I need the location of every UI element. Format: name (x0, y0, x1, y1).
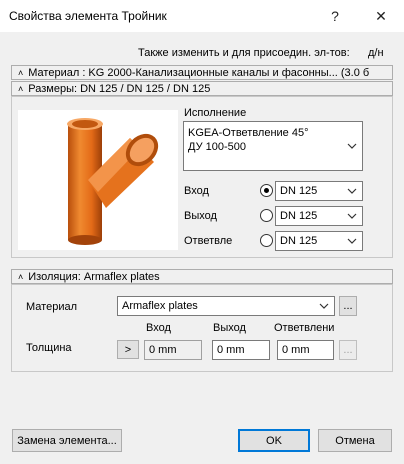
sizes-group-header[interactable]: ˄ Размеры: DN 125 / DN 125 / DN 125 (11, 81, 393, 96)
inlet-thickness-input[interactable]: 0 mm (144, 340, 202, 360)
apply-thickness-button[interactable]: > (117, 340, 139, 359)
outlet-label: Выход (184, 210, 217, 222)
thickness-browse-button[interactable]: ... (339, 340, 357, 360)
help-button[interactable]: ? (320, 4, 350, 28)
cancel-button[interactable]: Отмена (318, 429, 392, 452)
branch-size-dropdown[interactable]: DN 125 (275, 231, 363, 251)
also-change-label: Также изменить и для присоедин. эл-тов: (138, 47, 350, 59)
fitting-preview (18, 110, 178, 250)
variant-label: Исполнение (184, 107, 247, 119)
collapse-indicator-icon: ˄ (18, 271, 24, 282)
collapse-indicator-icon: ˄ (18, 67, 24, 78)
insulation-material-label: Материал (26, 301, 77, 313)
col-branch-label: Ответвлени (274, 322, 335, 334)
branch-radio[interactable] (260, 234, 273, 247)
branch-thickness-value: 0 mm (282, 344, 310, 356)
col-outlet-label: Выход (213, 322, 246, 334)
thickness-label: Толщина (26, 342, 72, 354)
variant-dropdown[interactable]: KGEA-Ответвление 45° ДУ 100-500 (183, 121, 363, 171)
variant-value-line2: ДУ 100-500 (188, 141, 246, 153)
outlet-radio[interactable] (260, 209, 273, 222)
chevron-down-icon (347, 238, 357, 244)
outlet-size-value: DN 125 (280, 210, 318, 222)
insulation-header-text: Изоляция: Armaflex plates (28, 270, 160, 283)
insulation-material-value: Armaflex plates (122, 300, 198, 312)
material-group-header[interactable]: ˄ Материал : KG 2000-Канализационные кан… (11, 65, 393, 80)
material-header-text: Материал : KG 2000-Канализационные канал… (28, 66, 370, 79)
chevron-down-icon (347, 213, 357, 219)
insulation-browse-button[interactable]: ... (339, 296, 357, 316)
collapse-indicator-icon: ˄ (18, 83, 24, 94)
variant-value-line1: KGEA-Ответвление 45° (188, 127, 309, 139)
inlet-size-dropdown[interactable]: DN 125 (275, 181, 363, 201)
also-change-flag-label: д/н (368, 47, 384, 59)
title-bar: Свойства элемента Тройник ? ✕ (0, 0, 404, 32)
window-title: Свойства элемента Тройник (9, 9, 167, 23)
branch-label: Ответвле (184, 235, 233, 247)
ok-button[interactable]: OK (238, 429, 310, 452)
close-button[interactable]: ✕ (366, 4, 396, 28)
chevron-down-icon (319, 303, 329, 309)
inlet-label: Вход (184, 185, 209, 197)
chevron-down-icon (347, 143, 357, 149)
chevron-down-icon (347, 188, 357, 194)
tee-fitting-icon (67, 118, 159, 245)
inlet-thickness-value: 0 mm (149, 344, 177, 356)
sizes-header-text: Размеры: DN 125 / DN 125 / DN 125 (28, 82, 211, 95)
outlet-size-dropdown[interactable]: DN 125 (275, 206, 363, 226)
inlet-size-value: DN 125 (280, 185, 318, 197)
inlet-radio[interactable] (260, 184, 273, 197)
outlet-thickness-input[interactable]: 0 mm (212, 340, 270, 360)
insulation-group-header[interactable]: ˄ Изоляция: Armaflex plates (11, 269, 393, 284)
outlet-thickness-value: 0 mm (217, 344, 245, 356)
col-inlet-label: Вход (146, 322, 171, 334)
branch-thickness-input[interactable]: 0 mm (277, 340, 334, 360)
replace-element-button[interactable]: Замена элемента... (12, 429, 122, 452)
insulation-material-dropdown[interactable]: Armaflex plates (117, 296, 335, 316)
branch-size-value: DN 125 (280, 235, 318, 247)
